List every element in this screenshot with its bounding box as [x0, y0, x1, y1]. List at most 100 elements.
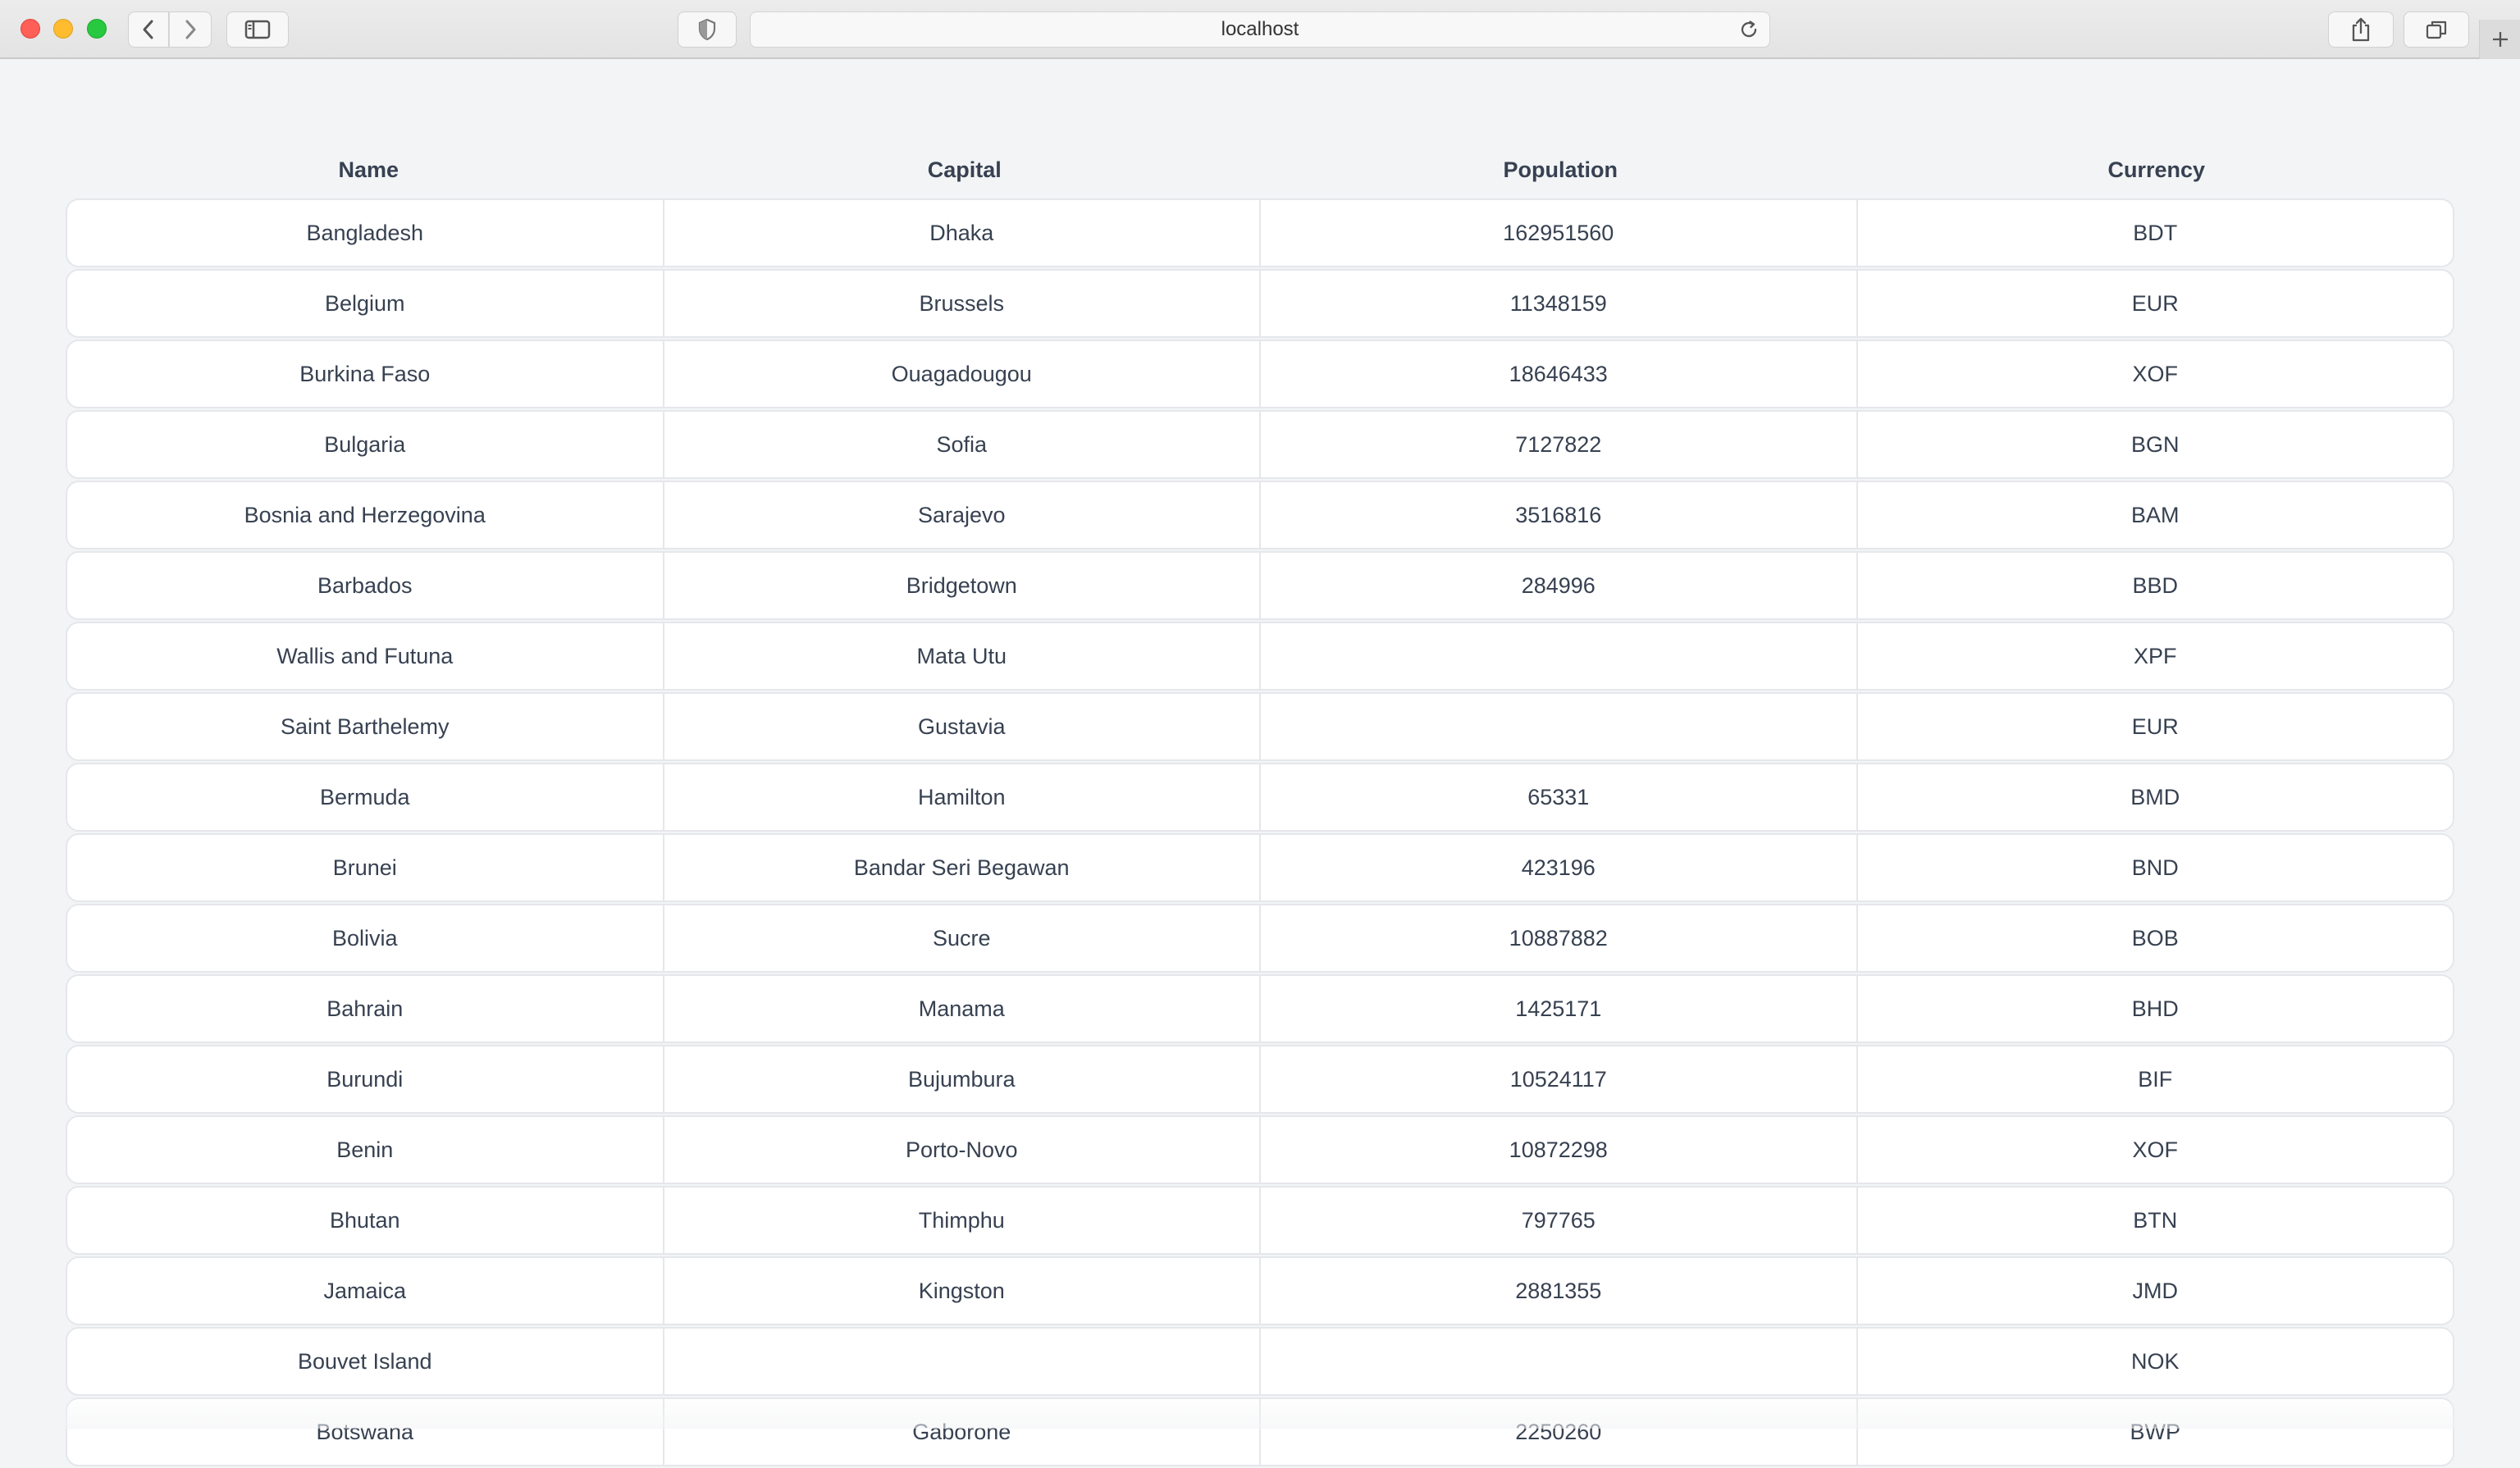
share-icon: [2352, 17, 2370, 42]
cell-currency: BHD: [1856, 976, 2454, 1042]
cell-capital: Gaborone: [662, 1399, 1260, 1465]
cell-currency: BMD: [1856, 764, 2454, 830]
cell-name: Burundi: [326, 1067, 404, 1092]
back-button[interactable]: [128, 11, 169, 48]
table-row[interactable]: Bolivia Sucre 10887882 BOB: [66, 904, 2454, 973]
cell-capital: Porto-Novo: [662, 1117, 1260, 1183]
table-header: Name Capital Population Currency: [66, 149, 2454, 190]
close-window-button[interactable]: [21, 19, 40, 39]
cell-currency: NOK: [1856, 1329, 2454, 1394]
cell-currency: BIF: [1856, 1046, 2454, 1112]
privacy-report-button[interactable]: [678, 11, 737, 48]
cell-name: Bouvet Island: [297, 1349, 432, 1374]
cell-capital: Manama: [662, 976, 1260, 1042]
cell-currency: EUR: [1856, 271, 2454, 336]
cell-name: Benin: [336, 1137, 394, 1162]
cell-population: 3516816: [1259, 482, 1856, 548]
cell-population: 10524117: [1259, 1046, 1856, 1112]
table-row[interactable]: Burundi Bujumbura 10524117 BIF: [66, 1045, 2454, 1114]
tabs-overview-icon: [2426, 21, 2447, 39]
cell-capital: Brussels: [662, 271, 1260, 336]
shield-icon: [698, 18, 716, 41]
cell-population: 2881355: [1259, 1258, 1856, 1324]
cell-name: Bangladesh: [306, 221, 424, 245]
cell-population: 10887882: [1259, 905, 1856, 971]
sidebar-toggle-button[interactable]: [226, 11, 289, 48]
cell-currency: BGN: [1856, 412, 2454, 477]
table-row[interactable]: Bosnia and Herzegovina Sarajevo 3516816 BAM: [66, 481, 2454, 549]
new-tab-button[interactable]: [2479, 20, 2520, 59]
table-row[interactable]: Bahrain Manama 1425171 BHD: [66, 974, 2454, 1043]
cell-capital: [662, 1329, 1260, 1394]
cell-capital: Gustavia: [662, 694, 1260, 759]
table-row[interactable]: Benin Porto-Novo 10872298 XOF: [66, 1115, 2454, 1184]
table-row[interactable]: Botswana Gaborone 2250260 BWP: [66, 1397, 2454, 1466]
cell-population: 65331: [1259, 764, 1856, 830]
cell-population: 18646433: [1259, 341, 1856, 407]
column-header-name[interactable]: Name: [66, 149, 667, 190]
cell-capital: Thimphu: [662, 1188, 1260, 1253]
table-row[interactable]: Jamaica Kingston 2881355 JMD: [66, 1256, 2454, 1325]
reload-icon[interactable]: [1738, 19, 1760, 44]
table-row[interactable]: Belgium Brussels 11348159 EUR: [66, 269, 2454, 338]
cell-name: Saint Barthelemy: [280, 714, 450, 739]
table-row[interactable]: Bulgaria Sofia 7127822 BGN: [66, 410, 2454, 479]
cell-name: Burkina Faso: [299, 362, 431, 386]
cell-currency: BOB: [1856, 905, 2454, 971]
cell-name: Bahrain: [326, 996, 404, 1021]
cell-currency: BND: [1856, 835, 2454, 900]
address-bar[interactable]: localhost: [750, 11, 1770, 48]
cell-capital: Sarajevo: [662, 482, 1260, 548]
table-row[interactable]: Bangladesh Dhaka 162951560 BDT: [66, 198, 2454, 267]
cell-population: 162951560: [1259, 200, 1856, 266]
cell-currency: BBD: [1856, 553, 2454, 618]
table-row[interactable]: Burkina Faso Ouagadougou 18646433 XOF: [66, 340, 2454, 408]
cell-name: Barbados: [317, 573, 413, 598]
cell-currency: BAM: [1856, 482, 2454, 548]
cell-population: 2250260: [1259, 1399, 1856, 1465]
table-row[interactable]: Brunei Bandar Seri Begawan 423196 BND: [66, 833, 2454, 902]
column-header-population[interactable]: Population: [1262, 149, 1859, 190]
table-row[interactable]: Wallis and Futuna Mata Utu XPF: [66, 622, 2454, 691]
cell-capital: Bandar Seri Begawan: [662, 835, 1260, 900]
table-row[interactable]: Barbados Bridgetown 284996 BBD: [66, 551, 2454, 620]
cell-capital: Kingston: [662, 1258, 1260, 1324]
cell-name: Bosnia and Herzegovina: [244, 503, 486, 527]
plus-icon: [2493, 32, 2508, 47]
cell-capital: Bridgetown: [662, 553, 1260, 618]
cell-capital: Sofia: [662, 412, 1260, 477]
forward-button[interactable]: [169, 11, 212, 48]
cell-currency: BTN: [1856, 1188, 2454, 1253]
cell-name: Botswana: [316, 1420, 414, 1444]
cell-population: 423196: [1259, 835, 1856, 900]
table-row[interactable]: Saint Barthelemy Gustavia EUR: [66, 692, 2454, 761]
cell-capital: Sucre: [662, 905, 1260, 971]
table-row[interactable]: Bhutan Thimphu 797765 BTN: [66, 1186, 2454, 1255]
chevron-left-icon: [143, 20, 153, 39]
table-row[interactable]: Bouvet Island NOK: [66, 1327, 2454, 1396]
cell-population: [1259, 694, 1856, 759]
share-button[interactable]: [2328, 11, 2394, 48]
cell-currency: BWP: [1856, 1399, 2454, 1465]
cell-currency: XOF: [1856, 1117, 2454, 1183]
cell-population: [1259, 1329, 1856, 1394]
browser-toolbar: localhost: [0, 0, 2520, 59]
cell-name: Bolivia: [331, 926, 398, 951]
cell-name: Belgium: [324, 291, 405, 316]
column-header-currency[interactable]: Currency: [1859, 149, 2455, 190]
cell-currency: EUR: [1856, 694, 2454, 759]
column-header-capital[interactable]: Capital: [667, 149, 1263, 190]
cell-population: 284996: [1259, 553, 1856, 618]
zoom-window-button[interactable]: [87, 19, 107, 39]
cell-capital: Bujumbura: [662, 1046, 1260, 1112]
cell-name: Bhutan: [329, 1208, 400, 1233]
cell-population: [1259, 623, 1856, 689]
cell-capital: Ouagadougou: [662, 341, 1260, 407]
cell-population: 1425171: [1259, 976, 1856, 1042]
table-row[interactable]: Bermuda Hamilton 65331 BMD: [66, 763, 2454, 832]
cell-currency: XPF: [1856, 623, 2454, 689]
cell-currency: BDT: [1856, 200, 2454, 266]
minimize-window-button[interactable]: [53, 19, 73, 39]
tab-overview-button[interactable]: [2404, 11, 2469, 48]
cell-name: Wallis and Futuna: [276, 644, 454, 668]
